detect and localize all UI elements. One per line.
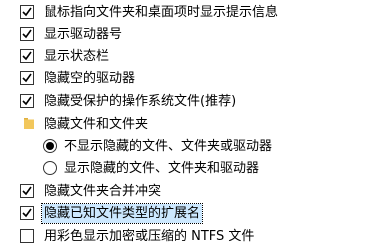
- option-label: 隐藏空的驱动器: [44, 71, 136, 86]
- checkmark-icon: [22, 208, 32, 218]
- checkbox[interactable]: [20, 229, 34, 243]
- checkbox[interactable]: [20, 94, 34, 108]
- checkmark-icon: [22, 73, 32, 83]
- option-hide-folder-merge-conflicts[interactable]: 隐藏文件夹合并冲突: [0, 181, 374, 203]
- option-hide-protected-os-files[interactable]: 隐藏受保护的操作系统文件(推荐): [0, 91, 374, 113]
- option-hide-known-extensions[interactable]: 隐藏已知文件类型的扩展名: [0, 203, 374, 225]
- option-label: 隐藏受保护的操作系统文件(推荐): [44, 94, 237, 109]
- option-label: 隐藏已知文件类型的扩展名: [40, 203, 204, 224]
- checkbox[interactable]: [20, 49, 34, 63]
- checkmark-icon: [22, 186, 32, 196]
- checkbox[interactable]: [20, 5, 34, 19]
- radio-dot: [46, 142, 54, 150]
- option-label: 用彩色显示加密或压缩的 NTFS 文件: [44, 229, 255, 244]
- group-hidden-files-and-folders: 隐藏文件和文件夹: [0, 114, 374, 136]
- radio-label: 不显示隐藏的文件、文件夹或驱动器: [64, 139, 273, 154]
- option-hide-empty-drives[interactable]: 隐藏空的驱动器: [0, 68, 374, 90]
- checkbox[interactable]: [20, 71, 34, 85]
- radio-button[interactable]: [43, 161, 57, 175]
- checkbox[interactable]: [20, 184, 34, 198]
- checkmark-icon: [22, 7, 32, 17]
- option-color-encrypted-ntfs[interactable]: 用彩色显示加密或压缩的 NTFS 文件: [0, 226, 374, 248]
- checkmark-icon: [22, 29, 32, 39]
- radio-show-hidden[interactable]: 显示隐藏的文件、文件夹和驱动器: [0, 158, 374, 180]
- checkmark-icon: [22, 51, 32, 61]
- option-label: 显示驱动器号: [44, 27, 123, 42]
- option-show-popup-description[interactable]: 鼠标指向文件夹和桌面项时显示提示信息: [0, 2, 374, 24]
- folder-icon: [24, 118, 34, 129]
- option-label: 显示状态栏: [44, 49, 110, 64]
- option-show-drive-letters[interactable]: 显示驱动器号: [0, 24, 374, 46]
- radio-dont-show-hidden[interactable]: 不显示隐藏的文件、文件夹或驱动器: [0, 136, 374, 158]
- advanced-settings-list: 鼠标指向文件夹和桌面项时显示提示信息 显示驱动器号 显示状态栏 隐藏空的驱动器 …: [0, 0, 374, 249]
- checkbox[interactable]: [20, 27, 34, 41]
- option-label: 隐藏文件夹合并冲突: [44, 184, 162, 199]
- radio-button[interactable]: [43, 139, 57, 153]
- group-label: 隐藏文件和文件夹: [44, 117, 149, 132]
- checkbox[interactable]: [20, 206, 34, 220]
- checkmark-icon: [22, 96, 32, 106]
- radio-label: 显示隐藏的文件、文件夹和驱动器: [64, 161, 260, 176]
- option-show-status-bar[interactable]: 显示状态栏: [0, 46, 374, 68]
- option-label: 鼠标指向文件夹和桌面项时显示提示信息: [44, 5, 279, 20]
